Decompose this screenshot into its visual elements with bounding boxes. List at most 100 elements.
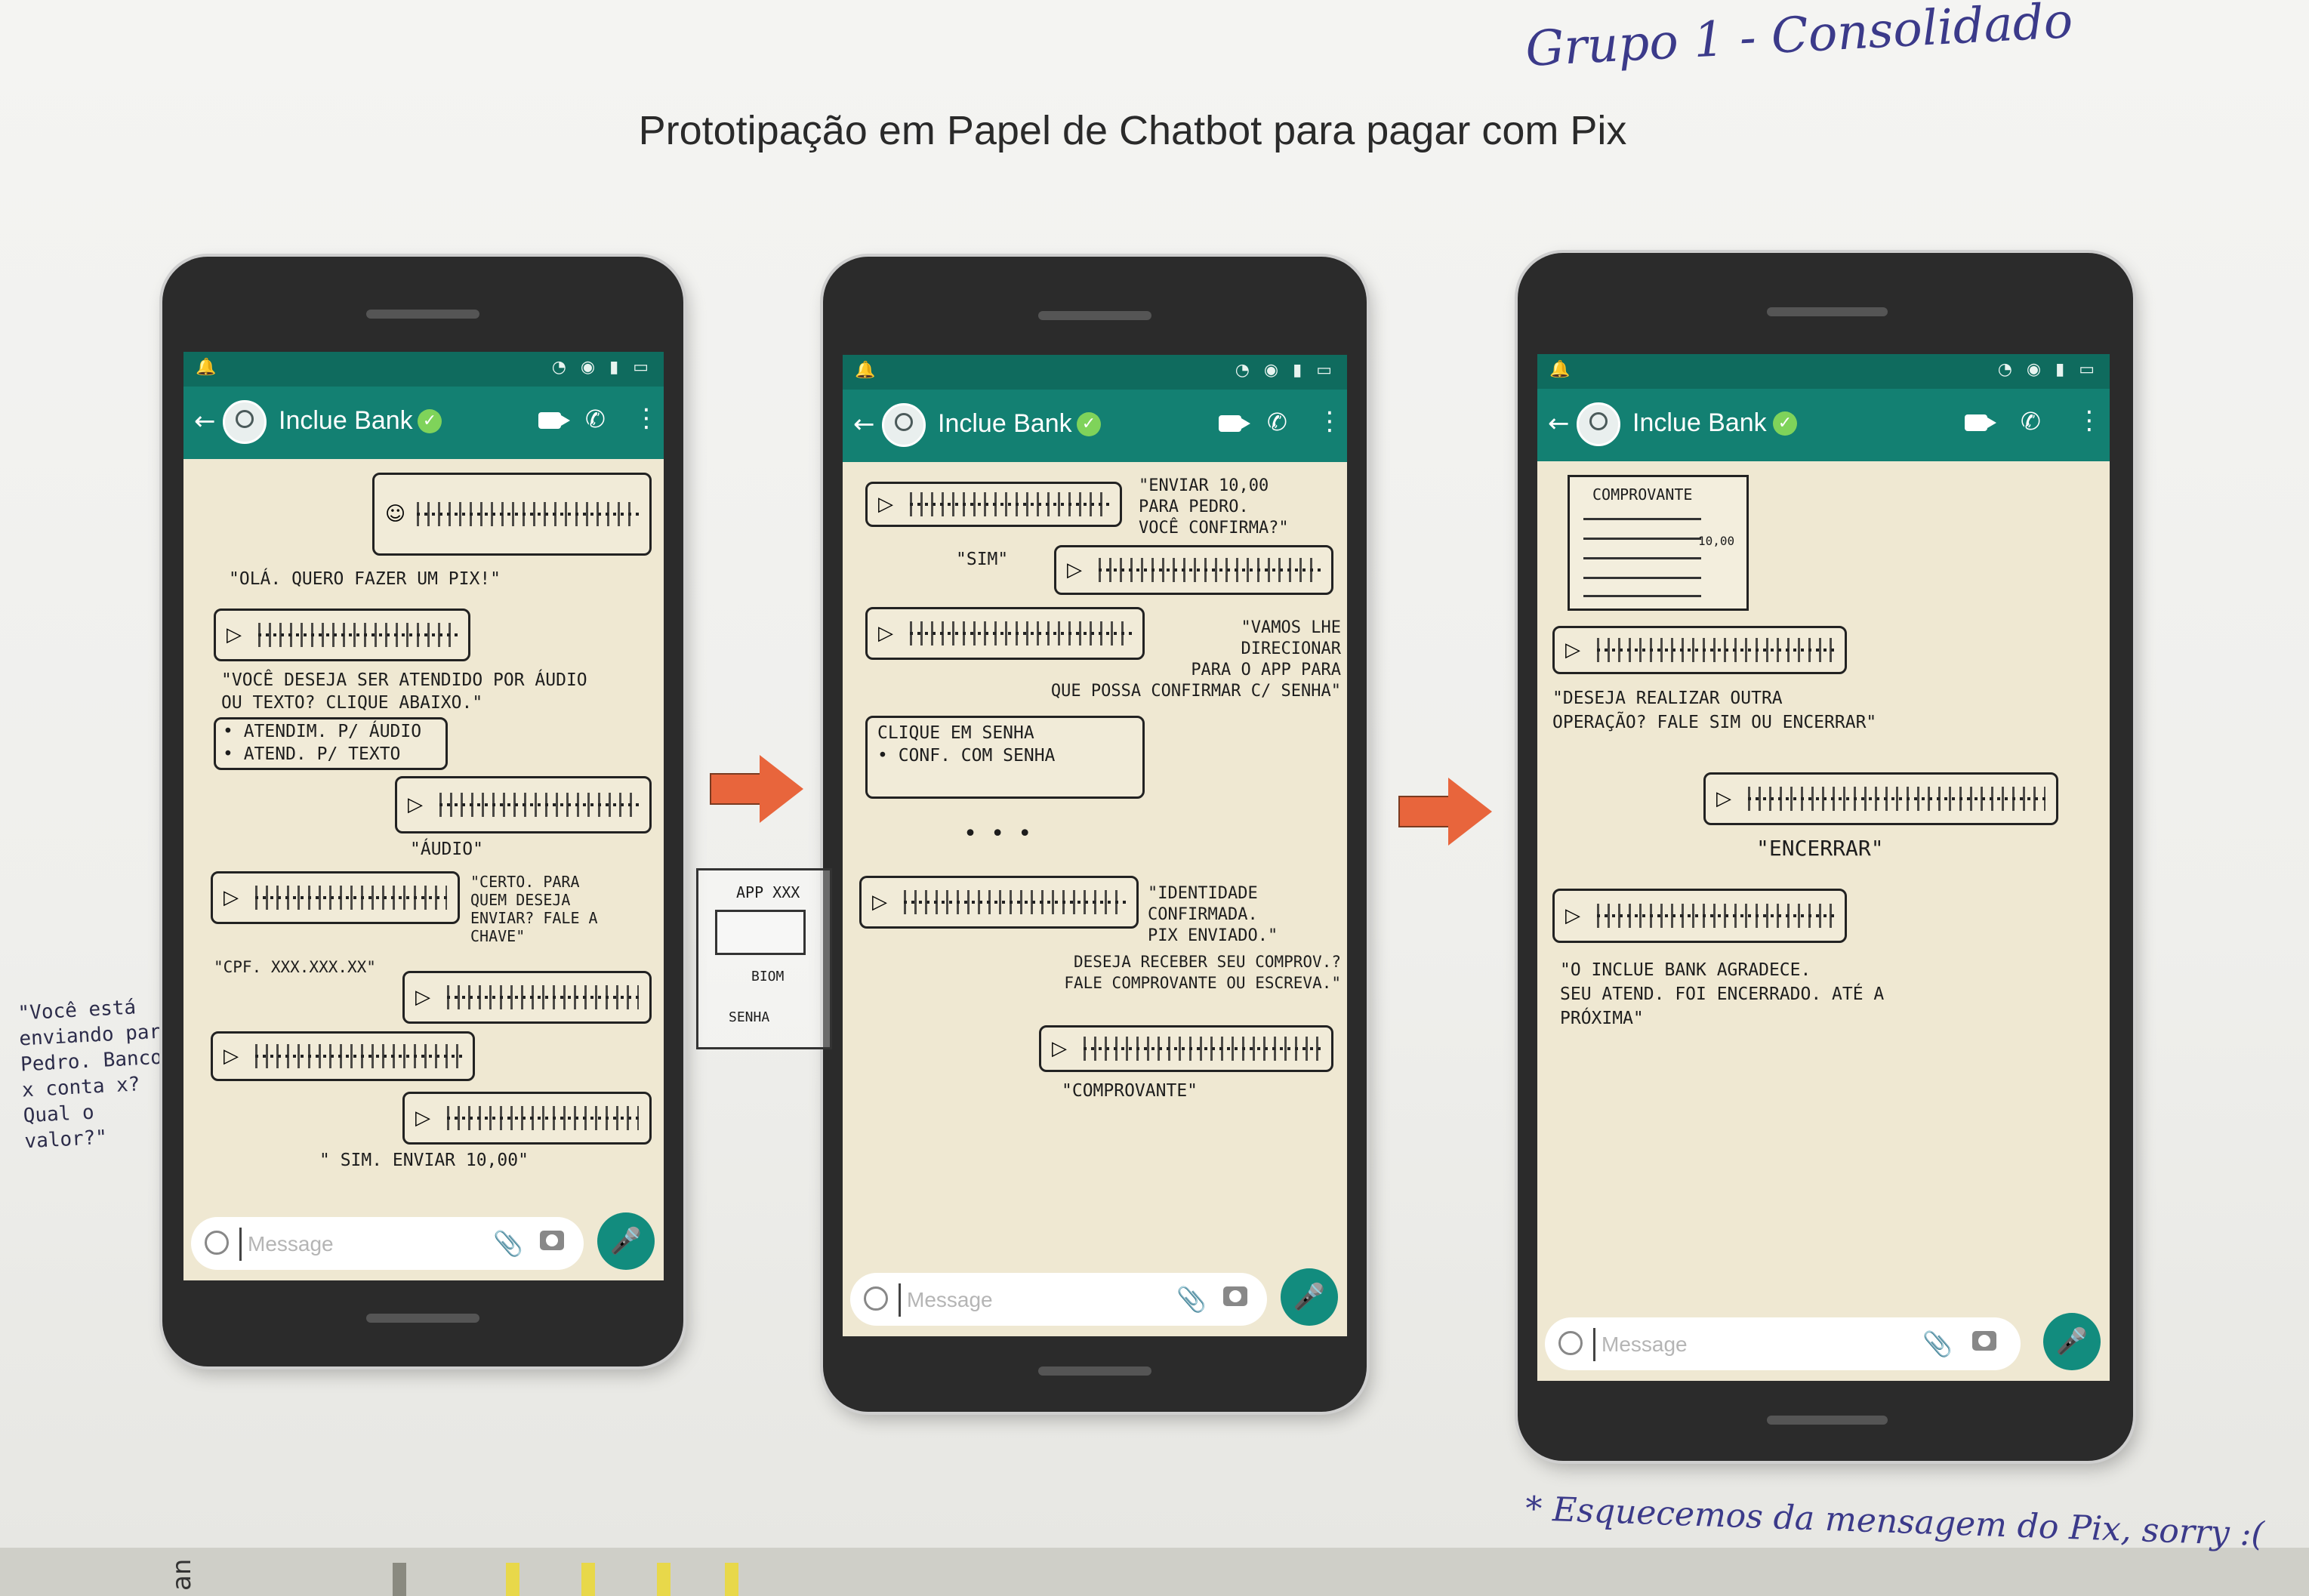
play-icon[interactable]: ▷ (227, 624, 242, 646)
voice-bubble-sent[interactable]: ▷ (1703, 772, 2058, 825)
message-input[interactable] (1593, 1328, 1890, 1361)
video-call-icon[interactable] (1965, 414, 1996, 431)
strip-bar (506, 1563, 519, 1596)
caption[interactable]: CLIQUE EM SENHA • CONF. COM SENHA (877, 722, 1055, 767)
phone-call-icon[interactable]: ✆ (2021, 407, 2041, 436)
contact-name[interactable]: Inclue Bank (1632, 408, 1767, 438)
earpiece (366, 310, 479, 319)
voice-bubble-received[interactable]: ▷ (1552, 626, 1847, 674)
camera-icon[interactable] (540, 1231, 564, 1250)
play-icon[interactable]: ▷ (408, 793, 423, 816)
caption: "DESEJA REALIZAR OUTRA OPERAÇÃO? FALE SI… (1552, 689, 1877, 732)
strip-bar (581, 1563, 595, 1596)
voice-bubble-received[interactable]: ▷ (859, 876, 1139, 929)
caption: "O INCLUE BANK AGRADECE. SEU ATEND. FOI … (1560, 960, 1885, 1028)
play-icon[interactable]: ▷ (1565, 904, 1580, 927)
bottom-bezel (1038, 1366, 1151, 1376)
chat-header: ← Inclue Bank ✓ ✆ ⋮ (1537, 389, 2110, 461)
status-icons: ◔ ◉ ▮ ▭ (1235, 361, 1336, 380)
message-bar: 📎 🎤 (843, 1264, 1347, 1336)
play-icon[interactable]: ▷ (872, 891, 887, 914)
play-icon[interactable]: ▷ (878, 493, 893, 516)
caption[interactable]: • ATENDIM. P/ ÁUDIO • ATEND. P/ TEXTO (223, 720, 421, 766)
attach-icon[interactable]: 📎 (493, 1229, 523, 1258)
strip-bar (725, 1563, 738, 1596)
avatar[interactable] (882, 403, 926, 447)
biometry-option[interactable]: BIOM (751, 966, 784, 988)
caption: "ENCERRAR" (1756, 836, 1884, 861)
camera-icon[interactable] (1223, 1286, 1247, 1306)
emoji-icon[interactable] (205, 1231, 229, 1255)
phone-call-icon[interactable]: ✆ (1267, 408, 1287, 436)
chat-screen-3: 🔔 ◔ ◉ ▮ ▭ ← Inclue Bank ✓ ✆ ⋮ COMPROVANT… (1537, 354, 2110, 1381)
mic-button[interactable]: 🎤 (597, 1212, 655, 1270)
waveform (1748, 787, 2045, 811)
menu-icon[interactable]: ⋮ (634, 403, 659, 433)
strip-bar (393, 1563, 406, 1596)
waveform (1597, 904, 1834, 928)
camera-icon[interactable] (1972, 1331, 1996, 1351)
video-call-icon[interactable] (538, 412, 570, 429)
play-icon[interactable]: ▷ (1565, 639, 1580, 661)
back-arrow-icon[interactable]: ← (194, 406, 216, 436)
caption: "CPF. XXX.XXX.XX" (214, 958, 376, 976)
verified-icon: ✓ (1077, 412, 1101, 436)
play-icon[interactable]: ▷ (224, 886, 239, 909)
attach-icon[interactable]: 📎 (1922, 1329, 1953, 1358)
emoji-icon[interactable] (1558, 1331, 1583, 1355)
voice-bubble-received[interactable]: ▷ (211, 871, 460, 924)
waveform (258, 623, 458, 647)
caption: "CERTO. PARA QUEM DESEJA ENVIAR? FALE A … (470, 873, 598, 945)
voice-bubble-sent[interactable]: ▷ (1054, 545, 1333, 595)
back-arrow-icon[interactable]: ← (1548, 408, 1570, 439)
voice-bubble-sent[interactable]: ☺ (372, 473, 652, 556)
play-icon[interactable]: ▷ (224, 1045, 239, 1068)
caption: "VAMOS LHE DIRECIONAR PARA O APP PARA QU… (1050, 618, 1341, 701)
contact-name[interactable]: Inclue Bank (279, 406, 413, 436)
voice-bubble-received[interactable]: ▷ (1552, 889, 1847, 943)
status-bar: 🔔 ◔ ◉ ▮ ▭ (183, 352, 664, 387)
play-icon[interactable]: ▷ (1716, 787, 1731, 810)
attach-icon[interactable]: 📎 (1176, 1285, 1207, 1314)
receipt-image[interactable]: COMPROVANTE 10,00 (1568, 475, 1749, 611)
caption: "COMPROVANTE" (1062, 1081, 1198, 1101)
voice-bubble-received[interactable]: ▷ (214, 609, 470, 661)
voice-bubble-sent[interactable]: ▷ (402, 971, 652, 1024)
waveform (255, 1044, 462, 1068)
message-input[interactable] (899, 1283, 1158, 1317)
voice-bubble-received[interactable]: ▷ (211, 1031, 475, 1081)
play-icon[interactable]: ▷ (415, 1107, 430, 1129)
play-icon[interactable]: ▷ (1052, 1037, 1067, 1060)
back-arrow-icon[interactable]: ← (853, 409, 875, 439)
password-option[interactable]: SENHA (729, 1006, 769, 1029)
contact-name[interactable]: Inclue Bank (938, 409, 1072, 439)
video-call-icon[interactable] (1219, 415, 1250, 432)
earpiece (1767, 307, 1888, 316)
emoji-icon[interactable] (864, 1286, 888, 1311)
voice-bubble-sent[interactable]: ▷ (1039, 1025, 1333, 1072)
phone-call-icon[interactable]: ✆ (585, 405, 606, 433)
voice-bubble-sent[interactable]: ▷ (402, 1092, 652, 1145)
phone-2: 🔔 ◔ ◉ ▮ ▭ ← Inclue Bank ✓ ✆ ⋮ ▷ "ENVIAR … (823, 257, 1367, 1412)
message-pill[interactable]: 📎 (1545, 1317, 2021, 1370)
message-pill[interactable]: 📎 (191, 1217, 584, 1270)
voice-bubble-received[interactable]: ▷ (865, 482, 1122, 527)
avatar[interactable] (1577, 402, 1620, 446)
message-input[interactable] (239, 1228, 491, 1261)
message-pill[interactable]: 📎 (850, 1273, 1267, 1326)
play-icon[interactable]: ▷ (878, 622, 893, 645)
caption: " SIM. ENVIAR 10,00" (319, 1151, 529, 1170)
caption: "VOCÊ DESEJA SER ATENDIDO POR ÁUDIO OU T… (221, 670, 587, 713)
waveform (1084, 1037, 1321, 1061)
avatar[interactable] (223, 400, 267, 444)
chat-screen-1: 🔔 ◔ ◉ ▮ ▭ ← Inclue Bank ✓ ✆ ⋮ ☺ "OLÁ. QU… (183, 352, 664, 1280)
message-bar: 📎 🎤 (183, 1208, 664, 1280)
voice-bubble-sent[interactable]: ▷ (395, 776, 652, 833)
play-icon[interactable]: ▷ (415, 986, 430, 1009)
menu-icon[interactable]: ⋮ (1317, 406, 1343, 436)
mic-button[interactable]: 🎤 (2043, 1313, 2101, 1370)
play-icon[interactable]: ▷ (1067, 559, 1082, 581)
caption: "OLÁ. QUERO FAZER UM PIX!" (229, 569, 501, 589)
mic-button[interactable]: 🎤 (1281, 1268, 1338, 1326)
menu-icon[interactable]: ⋮ (2076, 405, 2102, 436)
